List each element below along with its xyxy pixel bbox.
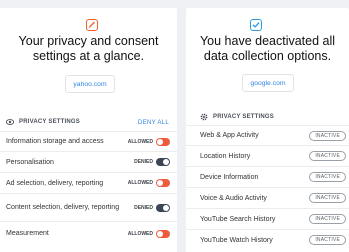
setting-row: Ad selection, delivery, reporting ALLOWE… (0, 172, 177, 193)
data-option-row: Voice & Audio Activity INACTIVE (186, 187, 349, 208)
data-option-row: Location History INACTIVE (186, 145, 349, 166)
yahoo-privacy-card: Your privacy and consent settings at a g… (0, 8, 177, 252)
setting-state: ALLOWED (127, 180, 153, 186)
headline-line-1: Your privacy and consent (18, 34, 159, 48)
page-title: Your privacy and consent settings at a g… (0, 34, 177, 64)
setting-row: Content selection, delivery, reporting D… (0, 193, 177, 221)
setting-label: Measurement (6, 230, 49, 237)
setting-label: Information storage and access (6, 138, 104, 145)
data-option-row: Web & App Activity INACTIVE (186, 125, 349, 145)
status-badge: INACTIVE (309, 214, 346, 224)
page-title: You have deactivated all data collection… (186, 34, 349, 64)
option-label: Device Information (200, 173, 259, 181)
setting-state: ALLOWED (127, 230, 153, 237)
toggle-switch[interactable] (156, 229, 170, 238)
setting-state: DENIED (134, 204, 153, 211)
status-badge: INACTIVE (309, 151, 346, 161)
google-privacy-card: You have deactivated all data collection… (186, 8, 349, 252)
edit-check-icon (86, 19, 98, 31)
privacy-settings-header: PRIVACY SETTINGS DENY ALL (0, 114, 177, 130)
toggle-switch[interactable] (156, 158, 170, 166)
setting-label: Content selection, delivery, reporting (6, 204, 120, 211)
headline-line-1: You have deactivated all (199, 34, 336, 48)
deny-all-button[interactable]: DENY ALL (138, 119, 169, 126)
data-option-row: Device Information INACTIVE (186, 166, 349, 187)
option-label: Web & App Activity (200, 132, 259, 139)
toggle-switch[interactable] (156, 203, 170, 212)
section-title: PRIVACY SETTINGS (213, 114, 274, 120)
headline-line-2: data collection options. (203, 49, 332, 63)
domain-chip: google.com (242, 74, 294, 92)
check-square-icon (250, 19, 262, 31)
setting-label: Ad selection, delivery, reporting (6, 179, 104, 187)
option-label: YouTube Search History (200, 215, 276, 223)
gear-icon (200, 113, 208, 121)
option-label: YouTube Watch History (200, 236, 273, 244)
setting-row: Information storage and access ALLOWED (0, 131, 177, 151)
status-badge: INACTIVE (309, 235, 346, 245)
headline-line-2: settings at a glance. (32, 49, 145, 63)
setting-row: Personalisation DENIED (0, 151, 177, 172)
status-badge: INACTIVE (309, 130, 346, 141)
setting-label: Personalisation (6, 158, 54, 166)
status-badge: INACTIVE (309, 193, 346, 203)
data-option-row: YouTube Watch History INACTIVE (186, 229, 349, 250)
status-badge: INACTIVE (309, 172, 346, 182)
setting-row: Measurement ALLOWED (0, 221, 177, 245)
data-option-row: YouTube Search History INACTIVE (186, 208, 349, 229)
toggle-switch[interactable] (156, 137, 170, 146)
eye-icon (6, 118, 14, 126)
toggle-switch[interactable] (156, 179, 170, 187)
setting-state: DENIED (134, 159, 153, 165)
option-label: Location History (200, 152, 251, 160)
domain-chip: yahoo.com (65, 75, 115, 93)
section-title: PRIVACY SETTINGS (19, 119, 80, 125)
setting-state: ALLOWED (127, 138, 153, 145)
privacy-settings-header: PRIVACY SETTINGS (186, 109, 349, 125)
option-label: Voice & Audio Activity (200, 194, 267, 202)
